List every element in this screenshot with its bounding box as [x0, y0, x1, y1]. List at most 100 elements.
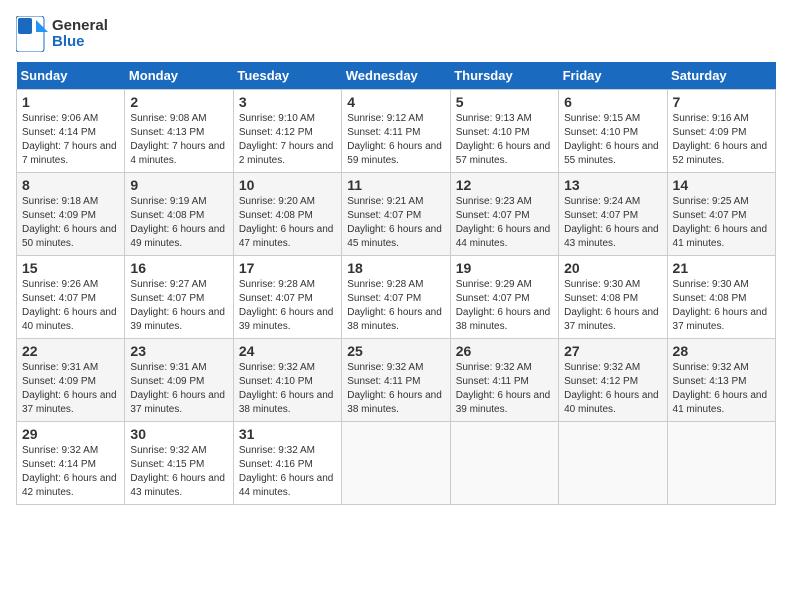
day-details: Sunrise: 9:28 AM Sunset: 4:07 PM Dayligh…	[347, 278, 444, 334]
calendar-header-row: SundayMondayTuesdayWednesdayThursdayFrid…	[17, 62, 776, 90]
calendar-cell	[559, 422, 667, 505]
day-number: 12	[456, 177, 553, 193]
calendar-cell: 22 Sunrise: 9:31 AM Sunset: 4:09 PM Dayl…	[17, 339, 125, 422]
calendar-cell: 19 Sunrise: 9:29 AM Sunset: 4:07 PM Dayl…	[450, 256, 558, 339]
calendar-table: SundayMondayTuesdayWednesdayThursdayFrid…	[16, 62, 776, 505]
day-header-thursday: Thursday	[450, 62, 558, 90]
day-number: 30	[130, 426, 227, 442]
calendar-cell: 11 Sunrise: 9:21 AM Sunset: 4:07 PM Dayl…	[342, 173, 450, 256]
day-details: Sunrise: 9:06 AM Sunset: 4:14 PM Dayligh…	[22, 112, 119, 168]
day-number: 19	[456, 260, 553, 276]
calendar-cell: 10 Sunrise: 9:20 AM Sunset: 4:08 PM Dayl…	[233, 173, 341, 256]
day-number: 27	[564, 343, 661, 359]
calendar-cell: 1 Sunrise: 9:06 AM Sunset: 4:14 PM Dayli…	[17, 90, 125, 173]
calendar-cell: 13 Sunrise: 9:24 AM Sunset: 4:07 PM Dayl…	[559, 173, 667, 256]
calendar-cell: 25 Sunrise: 9:32 AM Sunset: 4:11 PM Dayl…	[342, 339, 450, 422]
calendar-cell: 6 Sunrise: 9:15 AM Sunset: 4:10 PM Dayli…	[559, 90, 667, 173]
day-number: 22	[22, 343, 119, 359]
day-details: Sunrise: 9:12 AM Sunset: 4:11 PM Dayligh…	[347, 112, 444, 168]
day-number: 23	[130, 343, 227, 359]
day-details: Sunrise: 9:23 AM Sunset: 4:07 PM Dayligh…	[456, 195, 553, 251]
logo-svg	[16, 16, 48, 52]
day-details: Sunrise: 9:30 AM Sunset: 4:08 PM Dayligh…	[564, 278, 661, 334]
day-header-saturday: Saturday	[667, 62, 775, 90]
calendar-week-3: 15 Sunrise: 9:26 AM Sunset: 4:07 PM Dayl…	[17, 256, 776, 339]
day-number: 16	[130, 260, 227, 276]
day-number: 8	[22, 177, 119, 193]
day-details: Sunrise: 9:32 AM Sunset: 4:11 PM Dayligh…	[456, 361, 553, 417]
day-details: Sunrise: 9:13 AM Sunset: 4:10 PM Dayligh…	[456, 112, 553, 168]
logo-blue: Blue	[52, 34, 108, 51]
calendar-week-5: 29 Sunrise: 9:32 AM Sunset: 4:14 PM Dayl…	[17, 422, 776, 505]
day-details: Sunrise: 9:32 AM Sunset: 4:10 PM Dayligh…	[239, 361, 336, 417]
day-number: 20	[564, 260, 661, 276]
day-details: Sunrise: 9:31 AM Sunset: 4:09 PM Dayligh…	[130, 361, 227, 417]
calendar-cell	[667, 422, 775, 505]
logo: General Blue	[16, 16, 108, 52]
day-details: Sunrise: 9:30 AM Sunset: 4:08 PM Dayligh…	[673, 278, 770, 334]
day-number: 6	[564, 94, 661, 110]
day-number: 17	[239, 260, 336, 276]
day-details: Sunrise: 9:21 AM Sunset: 4:07 PM Dayligh…	[347, 195, 444, 251]
calendar-cell: 15 Sunrise: 9:26 AM Sunset: 4:07 PM Dayl…	[17, 256, 125, 339]
day-details: Sunrise: 9:25 AM Sunset: 4:07 PM Dayligh…	[673, 195, 770, 251]
calendar-cell: 24 Sunrise: 9:32 AM Sunset: 4:10 PM Dayl…	[233, 339, 341, 422]
calendar-cell: 29 Sunrise: 9:32 AM Sunset: 4:14 PM Dayl…	[17, 422, 125, 505]
calendar-cell: 5 Sunrise: 9:13 AM Sunset: 4:10 PM Dayli…	[450, 90, 558, 173]
day-details: Sunrise: 9:28 AM Sunset: 4:07 PM Dayligh…	[239, 278, 336, 334]
day-number: 2	[130, 94, 227, 110]
day-number: 24	[239, 343, 336, 359]
day-details: Sunrise: 9:10 AM Sunset: 4:12 PM Dayligh…	[239, 112, 336, 168]
day-details: Sunrise: 9:18 AM Sunset: 4:09 PM Dayligh…	[22, 195, 119, 251]
day-details: Sunrise: 9:31 AM Sunset: 4:09 PM Dayligh…	[22, 361, 119, 417]
calendar-cell: 30 Sunrise: 9:32 AM Sunset: 4:15 PM Dayl…	[125, 422, 233, 505]
calendar-cell: 31 Sunrise: 9:32 AM Sunset: 4:16 PM Dayl…	[233, 422, 341, 505]
day-number: 26	[456, 343, 553, 359]
day-number: 21	[673, 260, 770, 276]
day-header-sunday: Sunday	[17, 62, 125, 90]
day-number: 10	[239, 177, 336, 193]
day-number: 13	[564, 177, 661, 193]
day-number: 5	[456, 94, 553, 110]
day-number: 1	[22, 94, 119, 110]
day-header-monday: Monday	[125, 62, 233, 90]
calendar-cell	[342, 422, 450, 505]
calendar-cell: 27 Sunrise: 9:32 AM Sunset: 4:12 PM Dayl…	[559, 339, 667, 422]
calendar-cell: 4 Sunrise: 9:12 AM Sunset: 4:11 PM Dayli…	[342, 90, 450, 173]
calendar-cell: 14 Sunrise: 9:25 AM Sunset: 4:07 PM Dayl…	[667, 173, 775, 256]
logo-text-block: General Blue	[52, 18, 108, 51]
calendar-week-2: 8 Sunrise: 9:18 AM Sunset: 4:09 PM Dayli…	[17, 173, 776, 256]
calendar-cell: 2 Sunrise: 9:08 AM Sunset: 4:13 PM Dayli…	[125, 90, 233, 173]
calendar-cell	[450, 422, 558, 505]
page-header: General Blue	[16, 16, 776, 52]
day-number: 4	[347, 94, 444, 110]
day-number: 25	[347, 343, 444, 359]
calendar-week-4: 22 Sunrise: 9:31 AM Sunset: 4:09 PM Dayl…	[17, 339, 776, 422]
calendar-cell: 9 Sunrise: 9:19 AM Sunset: 4:08 PM Dayli…	[125, 173, 233, 256]
day-number: 28	[673, 343, 770, 359]
day-details: Sunrise: 9:24 AM Sunset: 4:07 PM Dayligh…	[564, 195, 661, 251]
calendar-cell: 23 Sunrise: 9:31 AM Sunset: 4:09 PM Dayl…	[125, 339, 233, 422]
day-details: Sunrise: 9:20 AM Sunset: 4:08 PM Dayligh…	[239, 195, 336, 251]
day-details: Sunrise: 9:32 AM Sunset: 4:11 PM Dayligh…	[347, 361, 444, 417]
day-details: Sunrise: 9:15 AM Sunset: 4:10 PM Dayligh…	[564, 112, 661, 168]
day-number: 14	[673, 177, 770, 193]
day-header-tuesday: Tuesday	[233, 62, 341, 90]
day-number: 3	[239, 94, 336, 110]
calendar-cell: 21 Sunrise: 9:30 AM Sunset: 4:08 PM Dayl…	[667, 256, 775, 339]
calendar-cell: 8 Sunrise: 9:18 AM Sunset: 4:09 PM Dayli…	[17, 173, 125, 256]
day-number: 18	[347, 260, 444, 276]
day-number: 15	[22, 260, 119, 276]
calendar-cell: 20 Sunrise: 9:30 AM Sunset: 4:08 PM Dayl…	[559, 256, 667, 339]
day-details: Sunrise: 9:26 AM Sunset: 4:07 PM Dayligh…	[22, 278, 119, 334]
day-number: 31	[239, 426, 336, 442]
day-details: Sunrise: 9:32 AM Sunset: 4:15 PM Dayligh…	[130, 444, 227, 500]
day-details: Sunrise: 9:27 AM Sunset: 4:07 PM Dayligh…	[130, 278, 227, 334]
calendar-cell: 28 Sunrise: 9:32 AM Sunset: 4:13 PM Dayl…	[667, 339, 775, 422]
day-details: Sunrise: 9:32 AM Sunset: 4:14 PM Dayligh…	[22, 444, 119, 500]
day-number: 9	[130, 177, 227, 193]
logo-general: General	[52, 18, 108, 35]
day-details: Sunrise: 9:32 AM Sunset: 4:16 PM Dayligh…	[239, 444, 336, 500]
day-details: Sunrise: 9:16 AM Sunset: 4:09 PM Dayligh…	[673, 112, 770, 168]
day-details: Sunrise: 9:32 AM Sunset: 4:12 PM Dayligh…	[564, 361, 661, 417]
